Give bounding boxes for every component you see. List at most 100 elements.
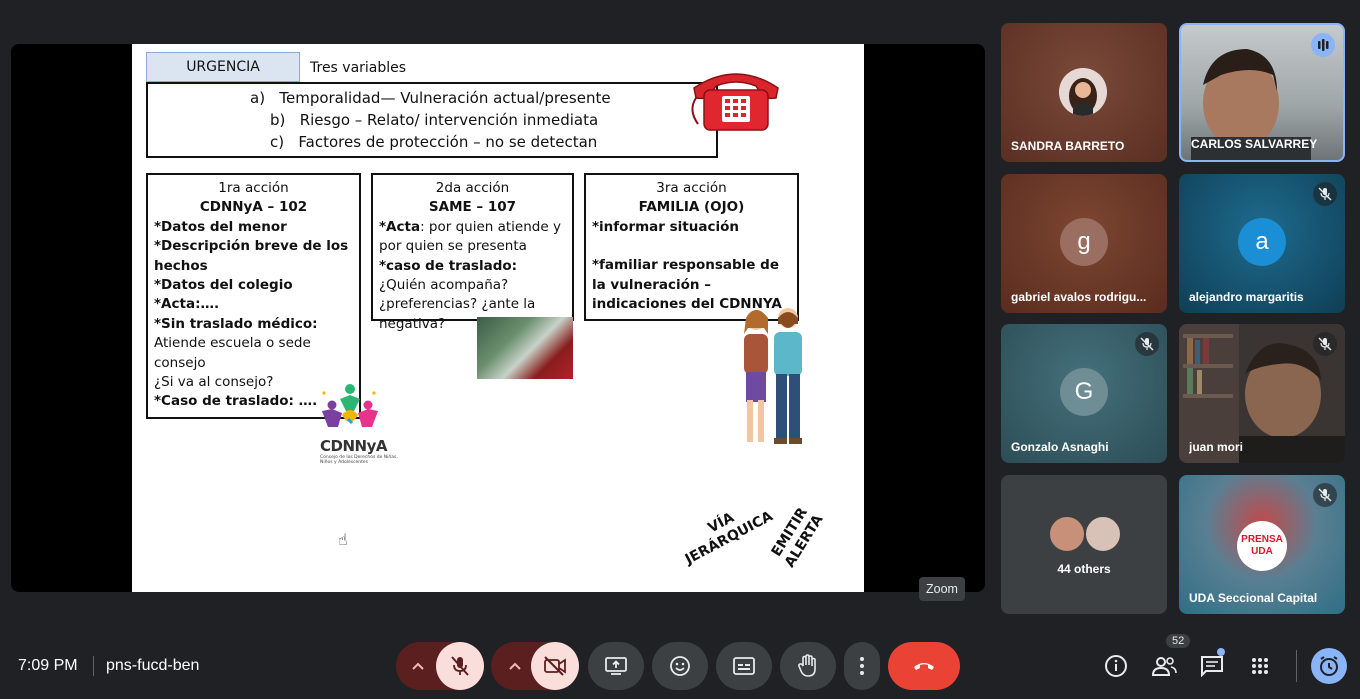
mic-off-icon — [1135, 332, 1159, 356]
action1-heading: 1ra acción — [218, 180, 289, 196]
presentation-slide: URGENCIA Tres variables a) Temporalidad—… — [132, 44, 864, 592]
mic-off-icon — [451, 656, 469, 676]
action1-line: *Datos del colegio — [154, 277, 293, 294]
people-icon — [1151, 657, 1177, 676]
mic-off-icon — [1313, 483, 1337, 507]
action2-acta-label: *Acta — [379, 218, 421, 235]
more-options-button[interactable] — [844, 642, 880, 690]
present-screen-button[interactable] — [588, 642, 644, 690]
telephone-icon — [691, 73, 779, 131]
action2-traslado-label: *caso de traslado: — [379, 257, 518, 274]
participant-name: CARLOS SALVARREY — [1191, 137, 1318, 151]
variable-b: b) Riesgo – Relato/ intervención inmedia… — [270, 111, 599, 129]
action3-line: *informar situación — [592, 218, 739, 235]
camera-off-icon — [544, 656, 566, 676]
action1-line: *Descripción breve de los hechos — [154, 238, 349, 274]
action2-heading: 2da acción — [435, 180, 510, 196]
participant-tile-speaking[interactable]: CARLOS SALVARREY — [1179, 23, 1345, 162]
participant-tile[interactable]: SANDRA BARRETO — [1001, 23, 1167, 162]
variable-c: c) Factores de protección – no se detect… — [270, 133, 598, 151]
via-jerarquica-label: VÍA JERÁRQUICA — [682, 508, 776, 568]
divider — [1296, 650, 1297, 682]
zoom-tooltip: Zoom — [919, 577, 965, 601]
participant-name: juan mori — [1189, 440, 1244, 454]
avatar — [1084, 515, 1122, 553]
avatar: a — [1238, 218, 1286, 266]
participant-count-badge: 52 — [1166, 634, 1191, 648]
end-call-icon — [914, 663, 934, 670]
participant-tile[interactable]: G Gonzalo Asnaghi — [1001, 324, 1167, 463]
participant-name: gabriel avalos rodrigu... — [1011, 290, 1147, 304]
host-controls-button[interactable] — [1311, 648, 1347, 684]
mic-off-icon — [1313, 182, 1337, 206]
raise-hand-button[interactable] — [780, 642, 836, 690]
cdnnya-logo-text: CDNNyA — [320, 437, 387, 455]
audio-options-button[interactable] — [396, 642, 440, 690]
reactions-button[interactable] — [652, 642, 708, 690]
action3-subheading: FAMILIA (OJO) — [638, 199, 745, 216]
others-count-label: 44 others — [1057, 562, 1111, 576]
bottom-control-bar: 7:09 PM pns-fucd-ben 52 — [0, 630, 1360, 699]
people-button[interactable] — [1147, 649, 1181, 683]
participant-name: alejandro margaritis — [1189, 290, 1304, 304]
apps-grid-icon — [1252, 658, 1268, 674]
emoji-icon — [670, 656, 690, 676]
participant-name: SANDRA BARRETO — [1011, 139, 1125, 153]
participant-tile[interactable]: PRENSA UDA UDA Seccional Capital — [1179, 475, 1345, 614]
leave-call-button[interactable] — [888, 642, 960, 690]
participant-tile[interactable]: juan mori — [1179, 324, 1345, 463]
participant-tile[interactable]: g gabriel avalos rodrigu... — [1001, 174, 1167, 313]
raise-hand-icon — [798, 654, 816, 677]
meeting-time: 7:09 PM — [18, 657, 78, 674]
uda-logo: PRENSA UDA — [1237, 521, 1287, 571]
hand-cursor-icon: ☝ — [338, 530, 348, 549]
speaking-indicator-icon — [1311, 33, 1335, 57]
cdnnya-logo: CDNNyA Consejo de los Derechos de Niñas,… — [312, 379, 412, 479]
participant-name: UDA Seccional Capital — [1189, 591, 1318, 605]
more-vert-icon — [860, 657, 864, 675]
participant-tile[interactable]: a alejandro margaritis — [1179, 174, 1345, 313]
action1-subheading: CDNNyA – 102 — [199, 199, 308, 216]
action1-line: *Caso de traslado: …. — [154, 393, 318, 410]
presentation-stage[interactable]: URGENCIA Tres variables a) Temporalidad—… — [11, 44, 985, 592]
action1-line: *Sin traslado médico: — [154, 315, 318, 332]
chevron-up-icon — [412, 662, 424, 670]
chevron-up-icon — [509, 662, 521, 670]
avatar: G — [1060, 368, 1108, 416]
variable-a: a) Temporalidad— Vulneración actual/pres… — [250, 89, 611, 107]
mic-toggle-button[interactable] — [436, 642, 484, 690]
avatar: g — [1060, 218, 1108, 266]
action2-subheading: SAME – 107 — [428, 199, 517, 216]
mic-off-icon — [1313, 332, 1337, 356]
family-couple-image — [744, 308, 802, 444]
ambulance-image — [477, 317, 573, 379]
avatar — [1048, 515, 1086, 553]
meeting-code: pns-fucd-ben — [106, 657, 200, 674]
captions-button[interactable] — [716, 642, 772, 690]
emitir-alerta-label: EMITIR ALERTA — [768, 504, 827, 571]
notification-dot-icon — [1217, 648, 1225, 656]
camera-control-group — [491, 642, 579, 690]
info-icon — [1105, 655, 1127, 677]
video-options-button[interactable] — [491, 642, 535, 690]
meeting-details-button[interactable] — [1099, 649, 1133, 683]
activities-button[interactable] — [1243, 649, 1277, 683]
divider — [93, 656, 94, 676]
action3-heading: 3ra acción — [656, 180, 727, 196]
captions-icon — [733, 657, 755, 675]
alarm-clock-icon — [1320, 656, 1338, 676]
action1-line: *Acta:…. — [154, 296, 220, 313]
participant-name: Gonzalo Asnaghi — [1011, 440, 1109, 454]
urgency-tab: URGENCIA — [146, 52, 300, 82]
variables-box: a) Temporalidad— Vulneración actual/pres… — [146, 82, 718, 158]
action-box-2: 2da acción SAME – 107 *Acta: por quien a… — [371, 173, 574, 332]
mic-control-group — [396, 642, 484, 690]
avatar — [1059, 68, 1107, 116]
action-box-3: 3ra acción FAMILIA (OJO) *informar situa… — [584, 173, 799, 321]
action1-line: *Datos del menor — [154, 218, 287, 235]
camera-toggle-button[interactable] — [531, 642, 579, 690]
variables-title: Tres variables — [310, 60, 407, 76]
cdnnya-figures-icon — [322, 384, 378, 427]
others-tile[interactable]: 44 others — [1001, 475, 1167, 614]
chat-button[interactable] — [1195, 648, 1229, 683]
